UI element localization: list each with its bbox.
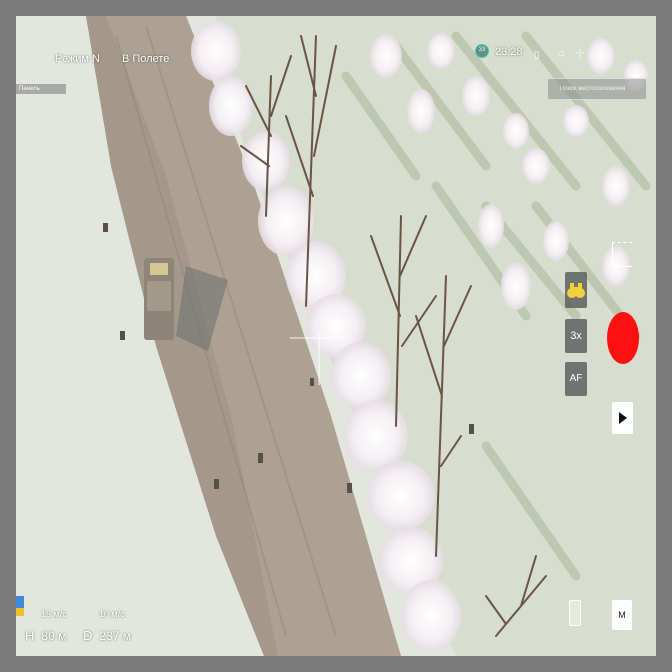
signal-icon: ▯ (534, 50, 540, 61)
distance-value: 237 м (99, 629, 131, 643)
vertical-speed: 15 м/с (41, 609, 67, 619)
flight-status-label: В Полете (122, 53, 170, 65)
camera-viewport[interactable]: Режим N В Полете Панель 33 23:28 ▯ ⌂ ✢ 3… (16, 16, 656, 656)
battery-icon (569, 600, 581, 626)
height-value: 80 м (41, 629, 67, 643)
binoculars-button[interactable] (565, 272, 587, 308)
height-label: H (25, 628, 35, 643)
play-icon (619, 412, 627, 424)
horizontal-speed: 10 м/с (99, 609, 125, 619)
flight-mode-label[interactable]: Режим N (55, 53, 100, 65)
autofocus-button[interactable]: AF (565, 362, 587, 396)
height-readout: H 80 м (25, 628, 66, 643)
binoculars-icon (567, 283, 585, 298)
compass-indicator (16, 596, 24, 616)
zoom-button[interactable]: 3x (565, 319, 587, 353)
search-input[interactable] (560, 86, 644, 92)
clock-readout: 23:28 (495, 46, 523, 58)
satellite-icon: 33 (475, 44, 489, 58)
map-button[interactable]: M (612, 600, 632, 630)
playback-button[interactable] (612, 402, 633, 434)
wifi-icon: ⌂ (559, 48, 566, 59)
record-button[interactable] (607, 312, 639, 364)
crosshair-icon (290, 333, 348, 385)
frame-guide-bracket (612, 242, 632, 267)
distance-label: D (83, 628, 93, 643)
distance-readout: D 237 м (83, 628, 131, 643)
location-search[interactable] (547, 78, 647, 100)
panel-tab[interactable]: Панель (16, 84, 66, 94)
drone-icon[interactable]: ✢ (575, 47, 584, 60)
